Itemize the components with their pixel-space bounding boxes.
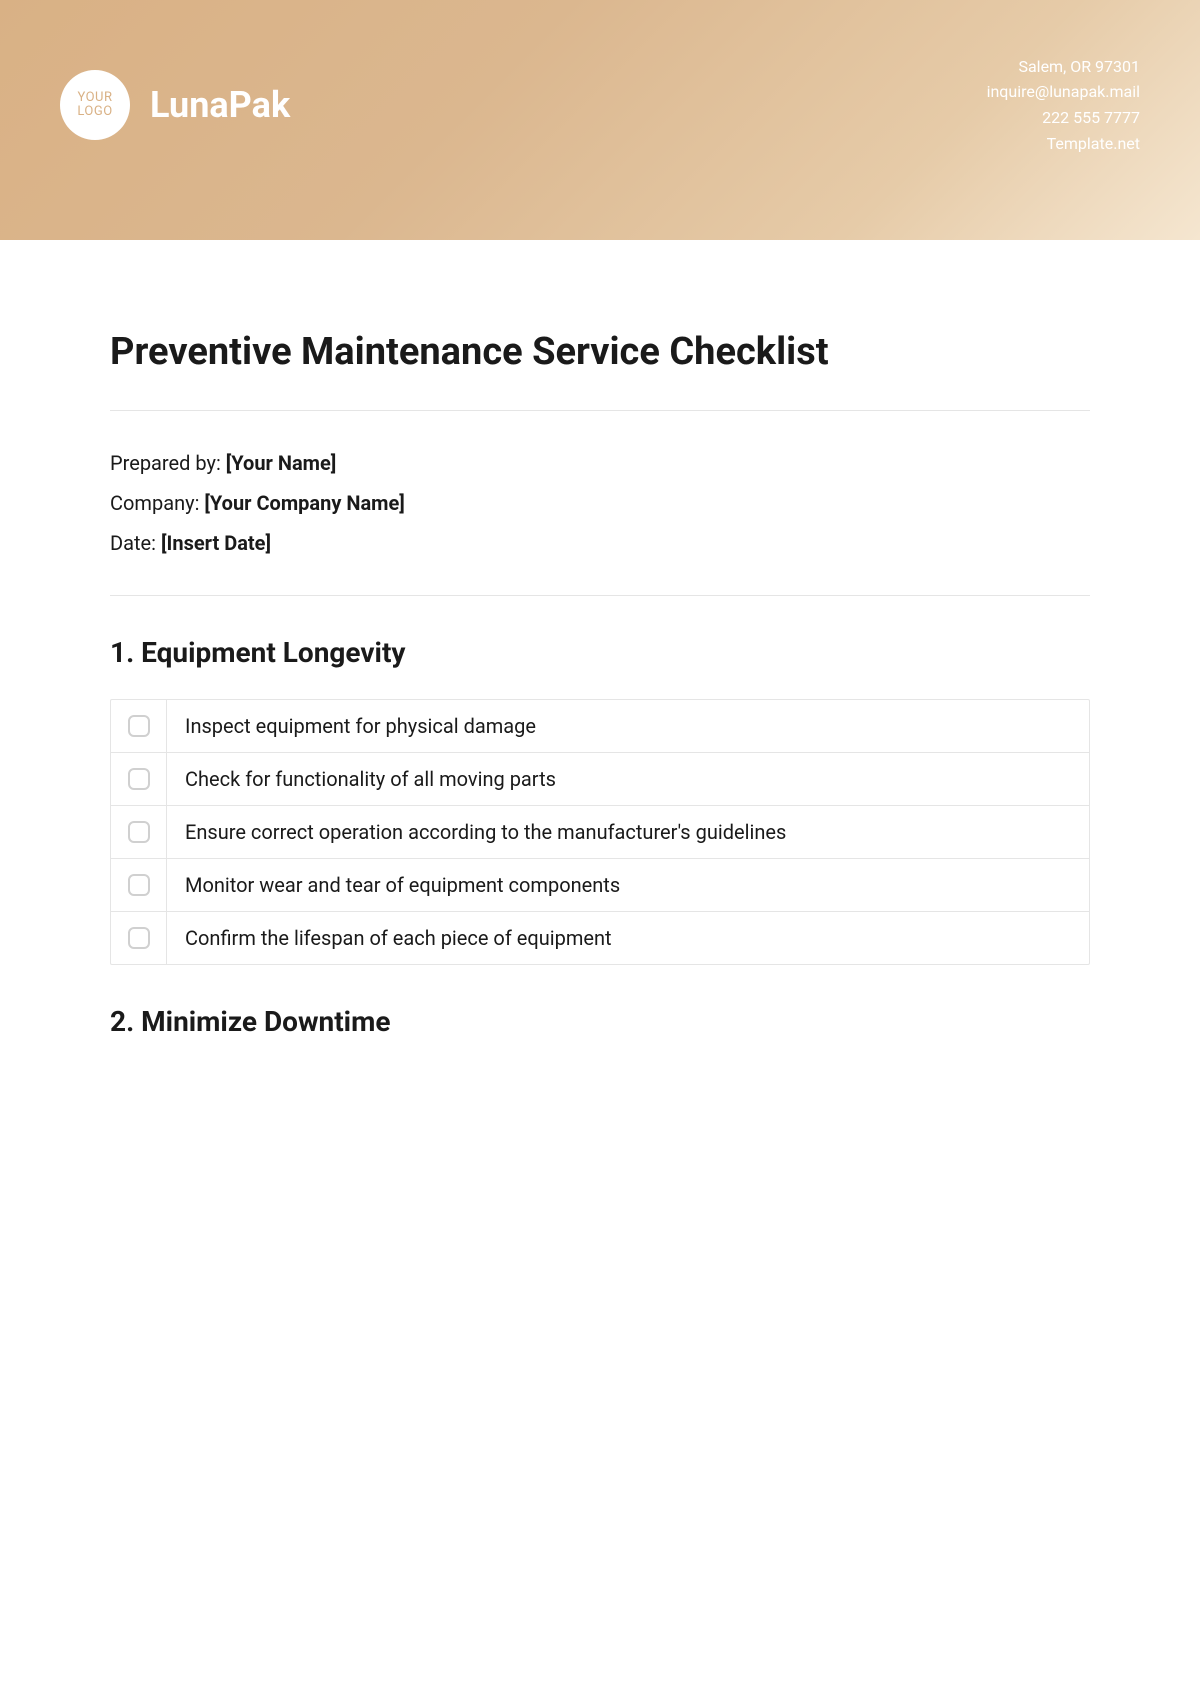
checkbox[interactable] xyxy=(128,715,150,737)
checklist-item-text: Monitor wear and tear of equipment compo… xyxy=(167,859,1089,911)
checkbox[interactable] xyxy=(128,768,150,790)
contact-address: Salem, OR 97301 xyxy=(987,54,1140,80)
contact-email: inquire@lunapak.mail xyxy=(987,79,1140,105)
logo-text: YOURLOGO xyxy=(77,91,112,120)
checkbox[interactable] xyxy=(128,821,150,843)
checkbox[interactable] xyxy=(128,927,150,949)
document-body: Preventive Maintenance Service Checklist… xyxy=(0,240,1200,1038)
meta-value: [Insert Date] xyxy=(161,531,271,555)
checklist-row: Ensure correct operation according to th… xyxy=(111,806,1089,859)
divider xyxy=(110,410,1090,411)
contact-site: Template.net xyxy=(987,131,1140,157)
meta-prepared-by: Prepared by: [Your Name] xyxy=(110,451,1090,475)
document-header: YOURLOGO LunaPak Salem, OR 97301 inquire… xyxy=(0,0,1200,240)
meta-label: Date: xyxy=(110,531,161,555)
brand-block: YOURLOGO LunaPak xyxy=(60,70,290,140)
checkbox[interactable] xyxy=(128,874,150,896)
brand-name: LunaPak xyxy=(150,84,290,126)
checklist-row: Check for functionality of all moving pa… xyxy=(111,753,1089,806)
checklist-item-text: Ensure correct operation according to th… xyxy=(167,806,1089,858)
meta-label: Prepared by: xyxy=(110,451,226,475)
contact-info: Salem, OR 97301 inquire@lunapak.mail 222… xyxy=(987,54,1140,156)
meta-block: Prepared by: [Your Name] Company: [Your … xyxy=(110,451,1090,555)
checklist-item-text: Confirm the lifespan of each piece of eq… xyxy=(167,912,1089,964)
section-heading-2: 2. Minimize Downtime xyxy=(110,1005,1090,1038)
checklist-row: Monitor wear and tear of equipment compo… xyxy=(111,859,1089,912)
meta-value: [Your Company Name] xyxy=(204,491,404,515)
contact-phone: 222 555 7777 xyxy=(987,105,1140,131)
checkbox-cell xyxy=(111,859,167,911)
checklist-item-text: Inspect equipment for physical damage xyxy=(167,700,1089,752)
checkbox-cell xyxy=(111,753,167,805)
checklist-row: Confirm the lifespan of each piece of eq… xyxy=(111,912,1089,964)
meta-value: [Your Name] xyxy=(226,451,337,475)
meta-label: Company: xyxy=(110,491,204,515)
logo-placeholder: YOURLOGO xyxy=(60,70,130,140)
checklist-item-text: Check for functionality of all moving pa… xyxy=(167,753,1089,805)
page-title: Preventive Maintenance Service Checklist xyxy=(110,330,1090,374)
section-heading-1: 1. Equipment Longevity xyxy=(110,636,1090,669)
divider xyxy=(110,595,1090,596)
meta-company: Company: [Your Company Name] xyxy=(110,491,1090,515)
checklist-row: Inspect equipment for physical damage xyxy=(111,700,1089,753)
checklist-section-1: Inspect equipment for physical damage Ch… xyxy=(110,699,1090,965)
checkbox-cell xyxy=(111,806,167,858)
meta-date: Date: [Insert Date] xyxy=(110,531,1090,555)
checkbox-cell xyxy=(111,700,167,752)
checkbox-cell xyxy=(111,912,167,964)
